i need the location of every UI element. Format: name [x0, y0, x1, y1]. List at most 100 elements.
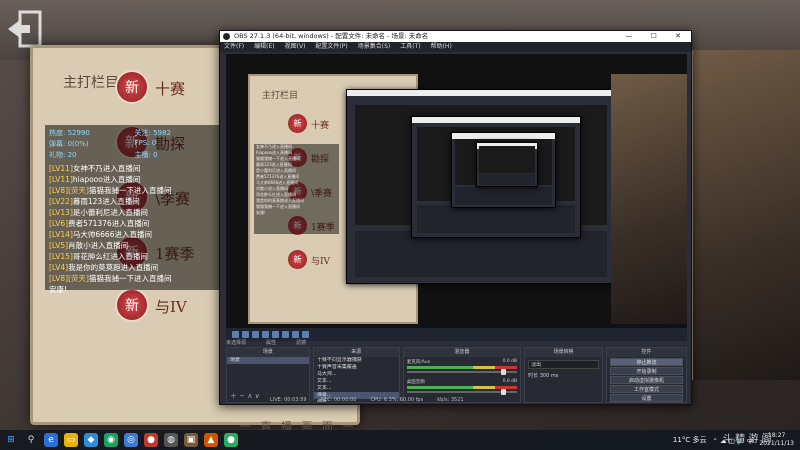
search-icon[interactable]: ⚲: [24, 433, 38, 447]
chat-level-badge: [LV8][荧天]: [49, 274, 89, 283]
app-icon[interactable]: ●: [224, 433, 238, 447]
menu-edit[interactable]: 编辑(E): [254, 42, 274, 52]
chat-text: 哥花肿么红进入直播间: [72, 252, 148, 261]
edge-icon[interactable]: e: [44, 433, 58, 447]
chat-text: 我是你的莫莫跑进入直播间: [68, 263, 159, 272]
obs-window[interactable]: OBS 27.1.3 (64-bit, windows) - 配置文件: 未命名…: [219, 30, 692, 405]
volume-slider-knob[interactable]: [500, 389, 506, 395]
properties-button[interactable]: 属性: [266, 339, 276, 347]
wechat-icon[interactable]: ◉: [104, 433, 118, 447]
new-badge: 新: [115, 70, 149, 104]
transition-select[interactable]: 淡出: [528, 360, 600, 369]
chat-level-badge: [LV15]: [49, 252, 73, 261]
preview-chat-message: 安康!: [256, 210, 266, 215]
app-icon[interactable]: ●: [144, 433, 158, 447]
channel-db: 0.0 dB: [502, 379, 518, 384]
start-icon[interactable]: ⊞: [4, 433, 18, 447]
nested-obs-preview: [476, 142, 538, 187]
chat-text: 是小蕾利尼进入直播间: [72, 208, 148, 217]
source-item[interactable]: 文本...: [314, 378, 399, 385]
chat-level-badge: [LV22]: [49, 197, 73, 206]
chat-message: [LV15]哥花肿么红进入直播间: [49, 251, 216, 262]
chat-level-badge: [LV8][荧天]: [49, 186, 89, 195]
chat-message-list: [LV11]女神不乃进入直播间 [LV11]hiapooo进入直播间 [LV8][荧…: [49, 163, 216, 295]
obs-preview-canvas[interactable]: 主打栏目 新十赛 新勘探 新\季赛 新1赛季 新与IV 女神不乃进入直播间hia…: [226, 54, 687, 341]
menu-scene-collection[interactable]: 场景集合(S): [358, 42, 391, 52]
studio-mode-button[interactable]: 工作室模式: [610, 385, 683, 393]
menu-file[interactable]: 文件(F): [224, 42, 244, 52]
filters-button[interactable]: 滤镜: [296, 339, 306, 347]
start-recording-button[interactable]: 开始录制: [610, 367, 683, 375]
chat-stat: FPS: 0: [134, 139, 157, 147]
windows-taskbar: ⊞ ⚲ e ▭ ◆ ◉ ◎ ● ◍ ▣ ▲ ● 11°C 多云 ⌃ ☁ ◫ 🔈 …: [0, 430, 800, 450]
transitions-dock: 场景转换 淡出 时长 300 ms: [524, 347, 604, 403]
chat-stats: 热度: 52990 关注: 5982 弹幕: 0(0%) FPS: 0 礼物: …: [49, 128, 216, 160]
obs-title-bar[interactable]: OBS 27.1.3 (64-bit, windows) - 配置文件: 未命名…: [220, 31, 691, 42]
game-menu-item[interactable]: 新 十赛: [115, 70, 235, 106]
stop-streaming-button[interactable]: 停止推流: [610, 358, 683, 366]
menu-tools[interactable]: 工具(T): [400, 42, 420, 52]
danmaku-chat-overlay: 热度: 52990 关注: 5982 弹幕: 0(0%) FPS: 0 礼物: …: [45, 125, 220, 294]
chat-message: [LV13]是小蕾利尼进入直播间: [49, 207, 216, 218]
app-icon[interactable]: ▲: [204, 433, 218, 447]
volume-slider-knob[interactable]: [500, 369, 506, 375]
watermark-logo: 斗 精 游 阁: [722, 434, 772, 445]
preview-new-badge: 新: [288, 114, 307, 133]
cpu-fps: CPU: 6.3%, 60.00 fps: [370, 397, 424, 403]
volume-slider[interactable]: [406, 389, 518, 395]
game-character-art: [690, 50, 800, 380]
chat-level-badge: [LV6]: [49, 219, 69, 228]
weather-widget[interactable]: 11°C 多云: [673, 435, 707, 445]
book-heading: 主打栏目: [63, 75, 119, 91]
preview-character-art: [611, 74, 687, 324]
source-item[interactable]: 十赛不同显示器捕获: [314, 357, 399, 364]
taskbar-apps: ⊞ ⚲ e ▭ ◆ ◉ ◎ ● ◍ ▣ ▲ ●: [4, 433, 238, 447]
chat-message: [LV8][荧天]猫猫我捕一下进入直播间: [49, 185, 216, 196]
channel-db: 0.0 dB: [502, 359, 518, 364]
preview-chat-overlay: 女神不乃进入直播间 hiapooo进入直播间 猫猫我捕一下进入直播间 暮雨123进入直…: [254, 144, 339, 234]
folder-icon[interactable]: ▭: [64, 433, 78, 447]
source-item[interactable]: 文本...: [314, 385, 399, 392]
chat-stat: 关注: 5982: [134, 129, 171, 137]
duration-value[interactable]: 300 ms: [540, 373, 559, 379]
source-item[interactable]: 十赛声音采集覆盖: [314, 364, 399, 371]
obs-taskbar-icon[interactable]: ◍: [164, 433, 178, 447]
chat-stat: 热度: 52990: [49, 129, 90, 137]
preview-new-badge: 新: [288, 250, 307, 269]
mixer-channel-mic: 麦克风/Aux 0.0 dB: [406, 359, 518, 375]
obs-menu-bar: 文件(F) 编辑(E) 视图(V) 配置文件(P) 场景集合(S) 工具(T) …: [220, 42, 691, 52]
chat-stat: 礼物: 20: [49, 151, 77, 159]
source-toolbar: 未选择源 属性 滤镜: [220, 339, 693, 347]
chat-level-badge: [LV11]: [49, 175, 73, 184]
chat-text: 女神不乃进入直播间: [72, 164, 141, 173]
chat-level-badge: [LV5]: [49, 241, 69, 250]
duration-label: 时长: [528, 373, 539, 379]
app-icon[interactable]: ◎: [124, 433, 138, 447]
chat-message: [LV11]女神不乃进入直播间: [49, 163, 216, 174]
menu-help[interactable]: 帮助(H): [431, 42, 452, 52]
obs-title-text: OBS 27.1.3 (64-bit, windows) - 配置文件: 未命名…: [234, 32, 429, 40]
chat-text: 暮雨123进入直播间: [72, 197, 140, 206]
game-taskbar-icon[interactable]: ▣: [184, 433, 198, 447]
mixer-header: 混音器: [403, 348, 521, 357]
menu-view[interactable]: 视图(V): [285, 42, 306, 52]
volume-slider[interactable]: [406, 369, 518, 375]
window-controls[interactable]: — ☐ ✕: [625, 31, 689, 42]
exit-icon[interactable]: [6, 8, 44, 50]
source-item[interactable]: 马大帅...: [314, 371, 399, 378]
chat-text: 猫猫我捕一下进入直播间: [88, 186, 172, 195]
start-virtual-camera-button[interactable]: 启动虚拟摄像机: [610, 376, 683, 384]
chat-message: [LV22]暮雨123进入直播间: [49, 196, 216, 207]
obs-logo-icon: [223, 33, 230, 40]
chat-text: 猫猫我捕一下进入直播间: [88, 274, 172, 283]
menu-profile[interactable]: 配置文件(P): [315, 42, 347, 52]
scene-item[interactable]: 场景: [227, 357, 309, 364]
no-source-selected-label: 未选择源: [226, 340, 247, 346]
chat-level-badge: [LV14]: [49, 230, 73, 239]
app-icon[interactable]: ◆: [84, 433, 98, 447]
mixer-channel-desktop: 桌面音频 0.0 dB: [406, 379, 518, 395]
transitions-header: 场景转换: [525, 348, 603, 357]
scene-dock-controls[interactable]: ＋ − ∧ ∨: [230, 391, 260, 401]
chat-message: [LV5]肖散小进入直播间: [49, 240, 216, 251]
chat-message: [LV14]马大帅6666进入直播间: [49, 229, 216, 240]
